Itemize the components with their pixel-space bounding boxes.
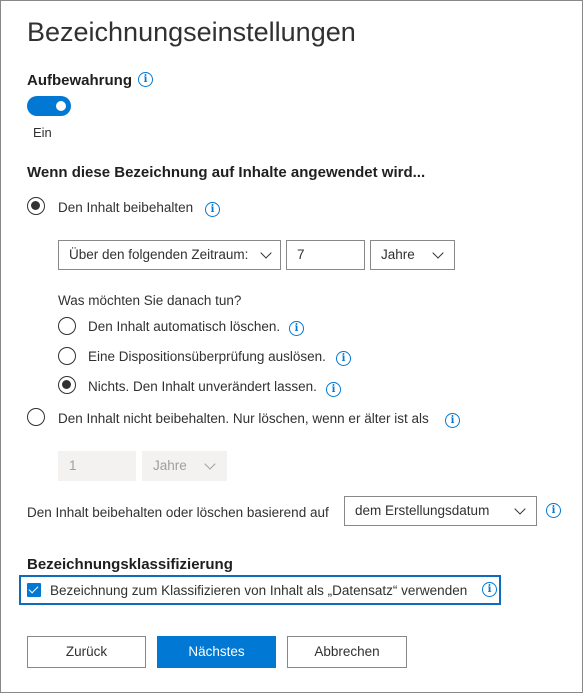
retention-info-icon[interactable]: i (138, 72, 153, 87)
after-option-review-label: Eine Dispositionsüberprüfung auslösen. (88, 349, 326, 364)
dont-keep-label: Den Inhalt nicht beibehalten. Nur lösche… (58, 411, 429, 426)
chevron-down-icon (260, 247, 272, 259)
after-option-delete-radio[interactable] (58, 317, 76, 335)
dont-keep-unit-value: Jahre (153, 458, 187, 473)
period-unit-value: Jahre (381, 247, 415, 262)
dont-keep-value-input[interactable]: 1 (58, 451, 136, 481)
record-classification-checkbox-row[interactable]: Bezeichnung zum Klassifizieren von Inhal… (19, 575, 501, 605)
after-option-review-radio[interactable] (58, 347, 76, 365)
classification-heading: Bezeichnungsklassifizierung (27, 556, 233, 573)
retention-toggle[interactable] (27, 96, 71, 116)
based-on-info-icon[interactable]: i (546, 503, 561, 518)
next-button[interactable]: Nächstes (157, 636, 276, 668)
after-option-review-info-icon[interactable]: i (336, 351, 351, 366)
based-on-select[interactable]: dem Erstellungsdatum (344, 496, 537, 526)
applied-heading: Wenn diese Bezeichnung auf Inhalte angew… (27, 164, 426, 181)
record-classification-info-icon[interactable]: i (482, 582, 497, 597)
cancel-button[interactable]: Abbrechen (287, 636, 407, 668)
retention-label: Aufbewahrung (27, 72, 132, 89)
period-select-value: Über den folgenden Zeitraum: (69, 247, 249, 262)
dont-keep-radio[interactable] (27, 408, 45, 426)
toggle-knob (56, 101, 66, 111)
after-option-nothing-radio[interactable] (58, 376, 76, 394)
checkmark-icon[interactable] (27, 583, 41, 597)
keep-content-info-icon[interactable]: i (205, 202, 220, 217)
after-option-nothing-info-icon[interactable]: i (326, 382, 341, 397)
period-select[interactable]: Über den folgenden Zeitraum: (58, 240, 281, 270)
period-value: 7 (297, 247, 305, 262)
keep-content-label: Den Inhalt beibehalten (58, 200, 194, 215)
record-classification-label: Bezeichnung zum Klassifizieren von Inhal… (50, 583, 468, 598)
dont-keep-info-icon[interactable]: i (445, 413, 460, 428)
based-on-select-value: dem Erstellungsdatum (355, 503, 490, 518)
period-unit-select[interactable]: Jahre (370, 240, 455, 270)
back-button[interactable]: Zurück (27, 636, 146, 668)
after-option-delete-label: Den Inhalt automatisch löschen. (88, 319, 281, 334)
after-question: Was möchten Sie danach tun? (58, 293, 242, 308)
chevron-down-icon (514, 503, 526, 515)
dont-keep-unit-select[interactable]: Jahre (142, 451, 227, 481)
chevron-down-icon (432, 247, 444, 259)
after-option-delete-info-icon[interactable]: i (289, 321, 304, 336)
based-on-label: Den Inhalt beibehalten oder löschen basi… (27, 505, 329, 520)
dont-keep-value: 1 (69, 458, 77, 473)
page-title: Bezeichnungseinstellungen (27, 17, 356, 47)
label-settings-panel: Bezeichnungseinstellungen Aufbewahrung i… (0, 0, 583, 693)
keep-content-radio[interactable] (27, 197, 45, 215)
after-option-nothing-label: Nichts. Den Inhalt unverändert lassen. (88, 379, 317, 394)
chevron-down-icon (204, 458, 216, 470)
period-value-input[interactable]: 7 (286, 240, 365, 270)
retention-toggle-state: Ein (33, 125, 52, 140)
